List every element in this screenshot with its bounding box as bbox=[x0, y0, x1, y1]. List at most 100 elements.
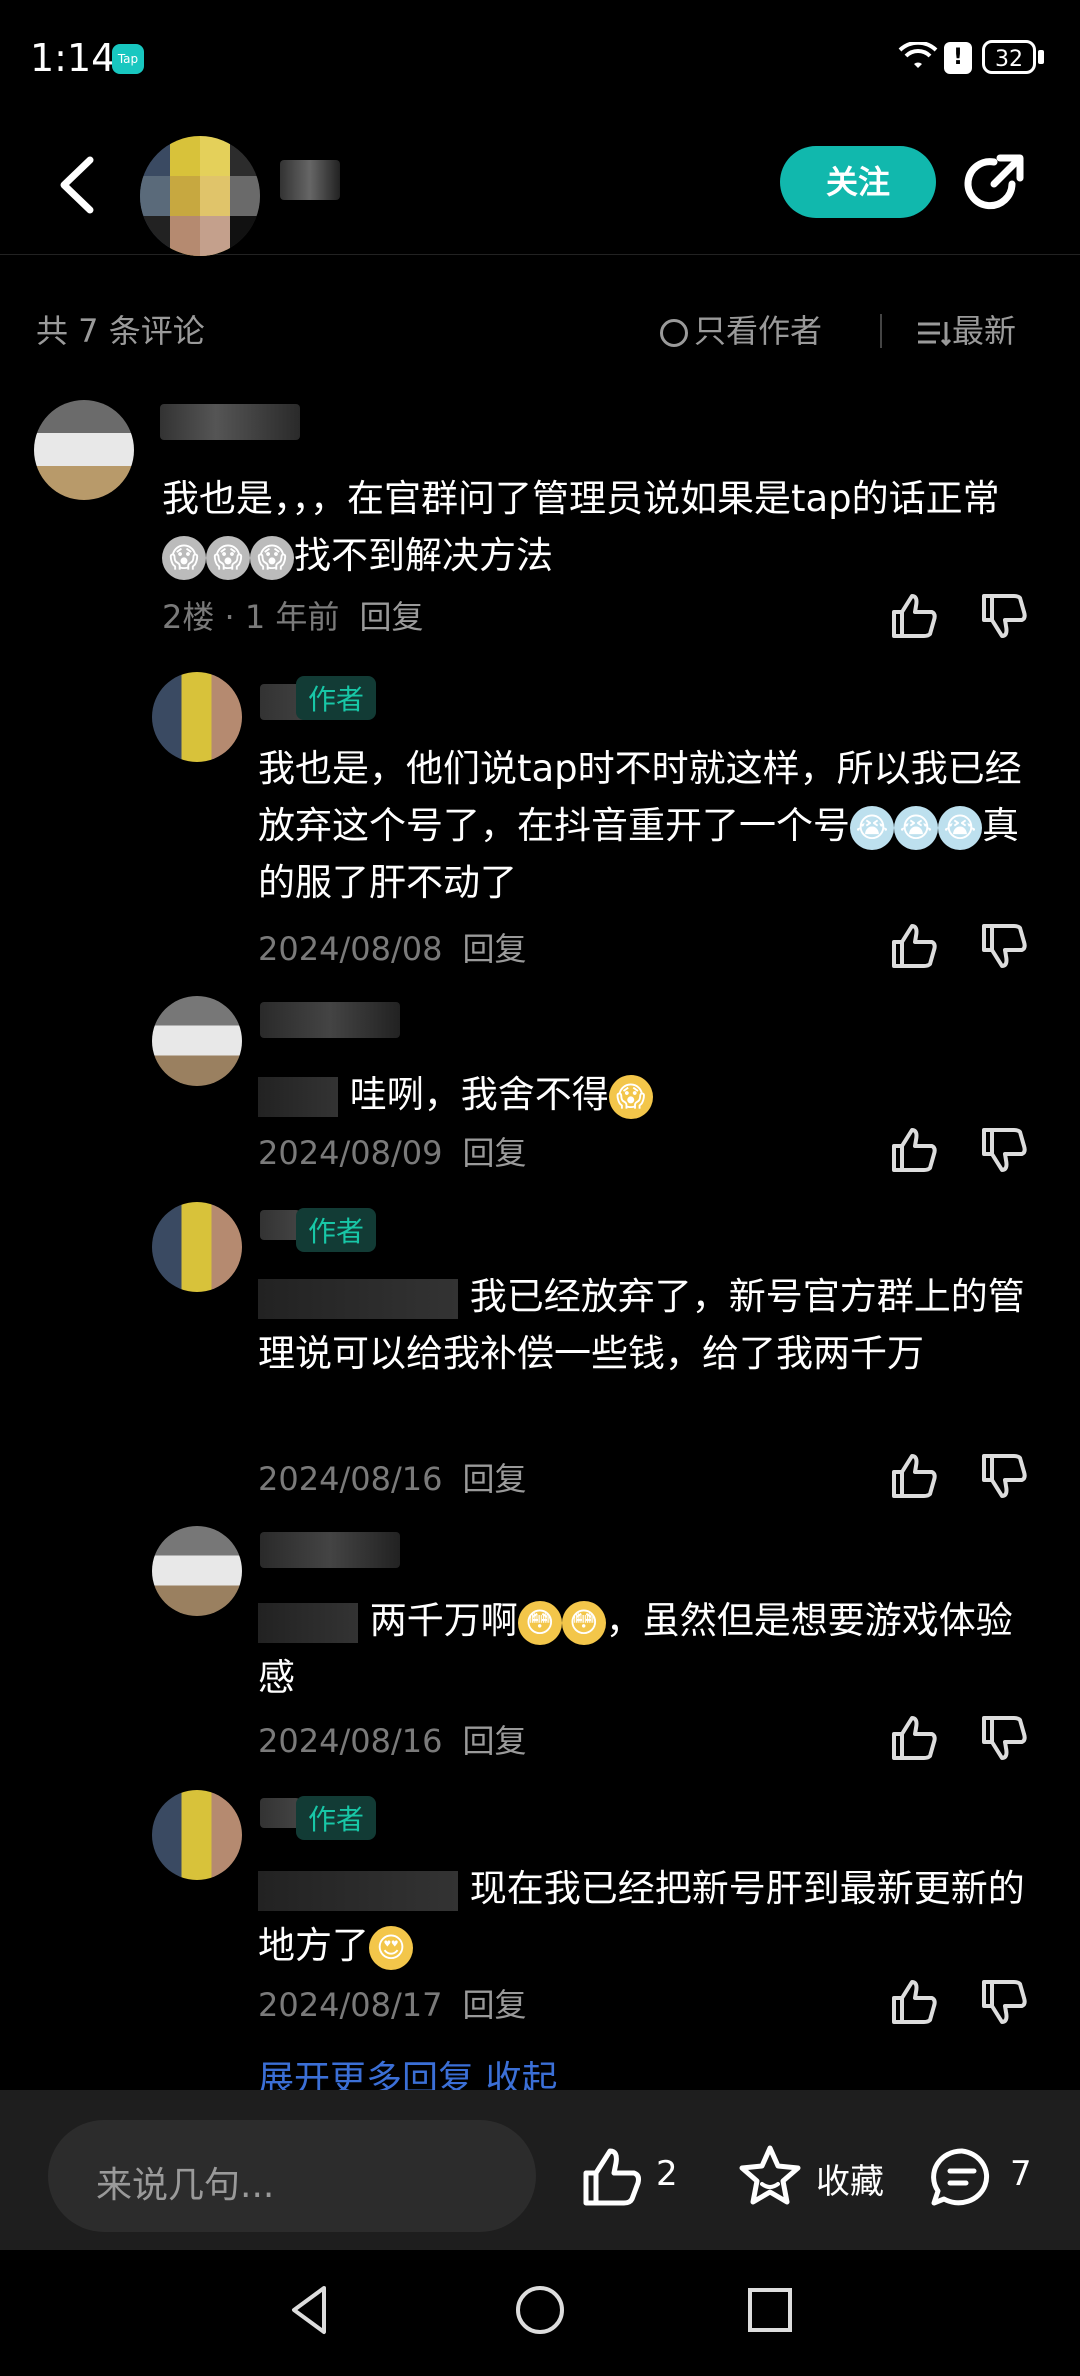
only-author-toggle[interactable]: 只看作者 bbox=[660, 306, 822, 352]
nav-home-icon[interactable] bbox=[510, 2280, 570, 2340]
reply-text: 哇咧，我舍不得 😱 bbox=[258, 1066, 1028, 1123]
reply-meta: 2024/08/16 回复 bbox=[258, 1454, 526, 1500]
replier-avatar[interactable] bbox=[152, 996, 242, 1086]
shocked-emoji-icon: 😱 bbox=[250, 535, 294, 580]
time-label: 1 年前 bbox=[244, 598, 340, 636]
thumbs-down-icon[interactable] bbox=[978, 590, 1030, 642]
reply-item: 作者 现在我已经把新号肝到最新更新的地方了 😍 2024/08/17 回复 bbox=[0, 1784, 1080, 2034]
thumbs-up-icon[interactable] bbox=[888, 1124, 940, 1176]
expand-more-replies-link[interactable]: 展开更多回复 收起 bbox=[258, 2050, 557, 2090]
like-icon[interactable] bbox=[580, 2145, 644, 2209]
reply-meta: 2024/08/16 回复 bbox=[258, 1716, 526, 1762]
thumbs-up-icon[interactable] bbox=[888, 1712, 940, 1764]
crying-emoji-icon: 😭 bbox=[938, 805, 982, 850]
thumbs-up-icon[interactable] bbox=[888, 920, 940, 972]
thumbs-up-icon[interactable] bbox=[888, 1976, 940, 2028]
reply-button[interactable]: 回复 bbox=[462, 930, 526, 968]
comment-count-label: 共 7 条评论 bbox=[36, 312, 205, 350]
heart-eyes-emoji-icon: 😍 bbox=[369, 1925, 413, 1970]
reply-item: 两千万啊 😳 😳 ，虽然但是想要游戏体验感 2024/08/16 回复 bbox=[0, 1520, 1080, 1770]
thumbs-down-icon[interactable] bbox=[978, 1124, 1030, 1176]
comment-text: 我也是，，，在官群问了管理员说如果是tap的话正常😱 😱 😱 找不到解决方法 bbox=[162, 470, 1042, 584]
flushed-emoji-icon: 😳 bbox=[561, 1600, 606, 1645]
divider bbox=[880, 314, 882, 348]
reply-text: 我已经放弃了，新号官方群上的管理说可以给我补偿一些钱，给了我两千万 bbox=[258, 1275, 1025, 1375]
thumbs-up-icon[interactable] bbox=[888, 590, 940, 642]
commenter-avatar[interactable] bbox=[34, 400, 134, 500]
comment-item: 我也是，，，在官群问了管理员说如果是tap的话正常😱 😱 😱 找不到解决方法 2楼 ·… bbox=[0, 392, 1080, 652]
replier-avatar[interactable] bbox=[152, 1202, 242, 1292]
status-bar: 1:14 Tap ! 32 bbox=[0, 0, 1080, 120]
crying-emoji-icon: 😭 bbox=[850, 805, 894, 850]
nav-back-icon[interactable] bbox=[280, 2280, 340, 2340]
reply-button[interactable]: 回复 bbox=[359, 598, 423, 636]
reply-button[interactable]: 回复 bbox=[462, 1134, 526, 1172]
thumbs-up-icon[interactable] bbox=[888, 1450, 940, 1502]
nav-recent-apps-icon[interactable] bbox=[740, 2280, 800, 2340]
wifi-icon bbox=[898, 42, 938, 68]
share-icon[interactable] bbox=[960, 150, 1030, 220]
replier-name-obscured bbox=[260, 1002, 400, 1038]
replier-name-obscured bbox=[260, 1798, 300, 1828]
reply-item: 作者 我也是，他们说tap时不时就这样，所以我已经放弃这个号了，在抖音重开了一个… bbox=[0, 664, 1080, 984]
reply-item: 作者 我已经放弃了，新号官方群上的管理说可以给我补偿一些钱，给了我两千万 202… bbox=[0, 1196, 1080, 1506]
reply-button[interactable]: 回复 bbox=[462, 1986, 526, 2024]
date-label: 2024/08/08 bbox=[258, 930, 443, 968]
reply-item: 哇咧，我舍不得 😱 2024/08/09 回复 bbox=[0, 990, 1080, 1190]
reply-text: 我也是，他们说tap时不时就这样，所以我已经放弃这个号了，在抖音重开了一个号 😭 😭… bbox=[258, 747, 1022, 904]
follow-button[interactable]: 关注 bbox=[780, 146, 936, 218]
alert-icon: ! bbox=[944, 42, 972, 74]
comment-count: 7 bbox=[1010, 2154, 1032, 2194]
author-avatar[interactable] bbox=[140, 136, 260, 256]
comment-meta-bar: 共 7 条评论 只看作者 最新 bbox=[0, 290, 1080, 360]
only-author-label: 只看作者 bbox=[694, 312, 823, 350]
comment-input[interactable]: 来说几句... bbox=[48, 2120, 536, 2232]
tap-app-icon: Tap bbox=[112, 44, 144, 74]
replier-avatar[interactable] bbox=[152, 1526, 242, 1616]
thumbs-down-icon[interactable] bbox=[978, 1712, 1030, 1764]
comment-bubble-icon[interactable] bbox=[928, 2145, 996, 2209]
date-label: 2024/08/16 bbox=[258, 1460, 443, 1498]
back-arrow-icon[interactable] bbox=[50, 150, 110, 220]
reply-text: 现在我已经把新号肝到最新更新的地方了 😍 bbox=[258, 1860, 1028, 1974]
replier-name-obscured bbox=[260, 1532, 400, 1568]
author-badge: 作者 bbox=[296, 1796, 377, 1840]
mention-obscured bbox=[258, 1602, 358, 1643]
replier-avatar[interactable] bbox=[152, 1790, 242, 1880]
status-time: 1:14 bbox=[30, 36, 116, 80]
date-label: 2024/08/09 bbox=[258, 1134, 443, 1172]
favorite-label[interactable]: 收藏 bbox=[816, 2154, 884, 2203]
sort-label: 最新 bbox=[952, 312, 1017, 350]
date-label: 2024/08/16 bbox=[258, 1722, 443, 1760]
thumbs-down-icon[interactable] bbox=[978, 1976, 1030, 2028]
battery-tip bbox=[1038, 50, 1044, 64]
flushed-emoji-icon: 😳 bbox=[517, 1600, 562, 1645]
reply-button[interactable]: 回复 bbox=[462, 1460, 526, 1498]
author-badge: 作者 bbox=[296, 676, 377, 720]
sort-lines-icon bbox=[918, 322, 952, 347]
bottom-action-bar: 来说几句... 2 收藏 7 bbox=[0, 2090, 1080, 2250]
reply-button[interactable]: 回复 bbox=[462, 1722, 526, 1760]
sort-toggle[interactable]: 最新 bbox=[916, 306, 1016, 352]
reply-meta: 2024/08/09 回复 bbox=[258, 1128, 526, 1174]
thumbs-down-icon[interactable] bbox=[978, 920, 1030, 972]
floor-label: 2楼 bbox=[162, 598, 215, 636]
thumbs-down-icon[interactable] bbox=[978, 1450, 1030, 1502]
date-label: 2024/08/17 bbox=[258, 1986, 443, 2024]
commenter-name-obscured bbox=[160, 404, 300, 440]
scream-emoji-icon: 😱 bbox=[608, 1074, 653, 1119]
replier-avatar[interactable] bbox=[152, 672, 242, 762]
star-icon[interactable] bbox=[736, 2142, 804, 2210]
system-nav-bar bbox=[0, 2250, 1080, 2376]
like-count: 2 bbox=[656, 2154, 678, 2194]
author-name-obscured bbox=[280, 160, 340, 200]
mention-obscured bbox=[258, 1278, 458, 1319]
mention-obscured bbox=[258, 1870, 458, 1911]
replier-name-obscured bbox=[260, 1210, 300, 1240]
battery-indicator: 32 bbox=[982, 40, 1036, 74]
comment-meta: 2楼 · 1 年前 回复 bbox=[162, 598, 424, 636]
reply-text: 两千万啊 😳 😳 ，虽然但是想要游戏体验感 bbox=[258, 1599, 1013, 1699]
reply-meta: 2024/08/17 回复 bbox=[258, 1980, 526, 2026]
comment-input-placeholder: 来说几句... bbox=[96, 2165, 275, 2206]
shocked-emoji-icon: 😱 bbox=[206, 535, 250, 580]
